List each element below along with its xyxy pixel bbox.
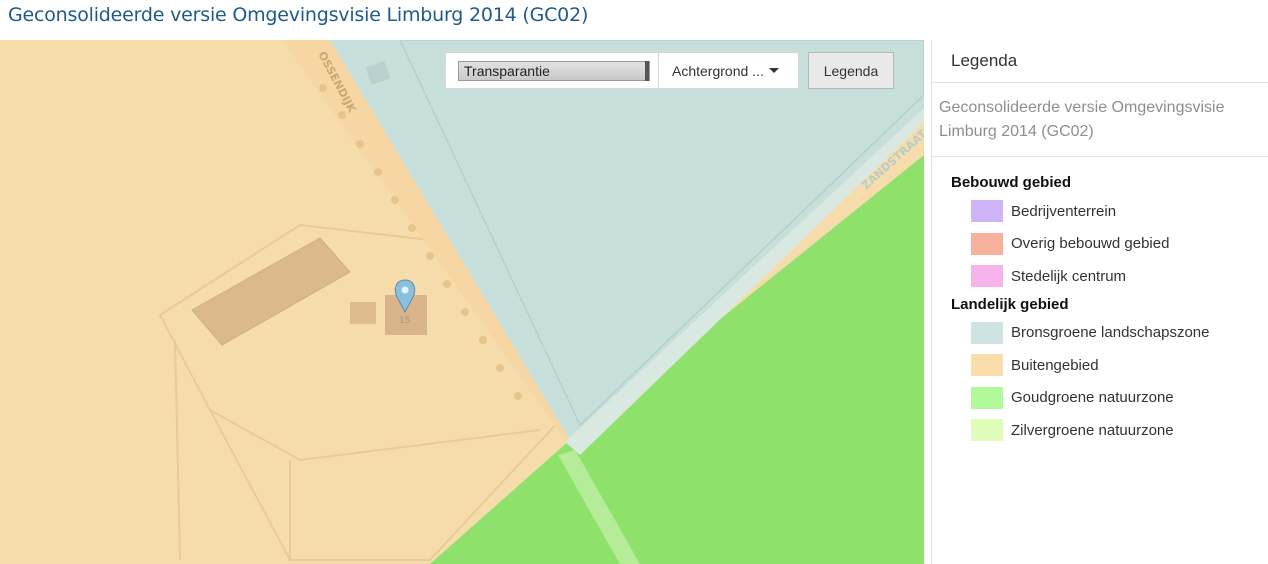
legend-item: Overig bebouwd gebied [932, 228, 1268, 261]
legend-swatch [971, 232, 1003, 255]
legend-swatch [971, 354, 1003, 377]
small-building [350, 302, 376, 324]
page-title: Geconsolideerde versie Omgevingsvisie Li… [8, 4, 589, 26]
legend-item: Bronsgroene landschapszone [932, 317, 1268, 350]
transparency-label: Transparantie [464, 62, 550, 79]
legend-subtitle: Geconsolideerde versie Omgevingsvisie Li… [932, 83, 1268, 157]
legend-item-label: Goudgroene natuurzone [1011, 389, 1174, 407]
legend-list-landelijk: Bronsgroene landschapszone Buitengebied … [932, 317, 1268, 447]
legend-item-label: Buitengebied [1011, 356, 1099, 374]
legend-item-label: Bedrijventerrein [1011, 202, 1117, 220]
legend-swatch [971, 419, 1003, 442]
legend-group-title: Landelijk gebied [951, 295, 1069, 313]
map-viewer[interactable]: OSSENDIJK ZANDSTRAAT 15 Transparantie Ac… [0, 40, 924, 564]
legend-swatch [971, 265, 1003, 288]
legend-item: Zilvergroene natuurzone [932, 414, 1268, 447]
map-toolbar: Transparantie Achtergrond ... Legenda [445, 52, 894, 89]
marker-label: 15 [399, 316, 410, 326]
legend-swatch [971, 321, 1003, 344]
background-dropdown[interactable]: Achtergrond ... [659, 52, 799, 89]
legend-list-bebouwd: Bedrijventerrein Overig bebouwd gebied S… [932, 195, 1268, 293]
legend-item: Stedelijk centrum [932, 260, 1268, 293]
legend-item-label: Bronsgroene landschapszone [1011, 324, 1210, 342]
legend-item: Goudgroene natuurzone [932, 382, 1268, 415]
background-dropdown-label: Achtergrond ... [672, 62, 764, 79]
legend-button[interactable]: Legenda [808, 52, 894, 89]
legend-item-label: Zilvergroene natuurzone [1011, 421, 1174, 439]
legend-item: Bedrijventerrein [932, 195, 1268, 228]
legend-swatch [971, 386, 1003, 409]
legend-title: Legenda [932, 40, 1268, 83]
legend-item-label: Stedelijk centrum [1011, 267, 1127, 285]
legend-item: Buitengebied [932, 349, 1268, 382]
transparency-control: Transparantie [445, 52, 659, 89]
legend-body: Bebouwd gebied Bedrijventerrein Overig b… [932, 157, 1268, 447]
slider-handle[interactable] [645, 60, 649, 81]
legend-item-label: Overig bebouwd gebied [1011, 235, 1170, 253]
legend-swatch [971, 200, 1003, 223]
transparency-slider[interactable]: Transparantie [458, 60, 650, 81]
legend-group-title: Bebouwd gebied [951, 174, 1071, 191]
legend-panel: Legenda Geconsolideerde versie Omgevings… [931, 40, 1268, 564]
caret-down-icon [768, 68, 779, 73]
map-canvas[interactable]: OSSENDIJK ZANDSTRAAT 15 [0, 40, 924, 564]
